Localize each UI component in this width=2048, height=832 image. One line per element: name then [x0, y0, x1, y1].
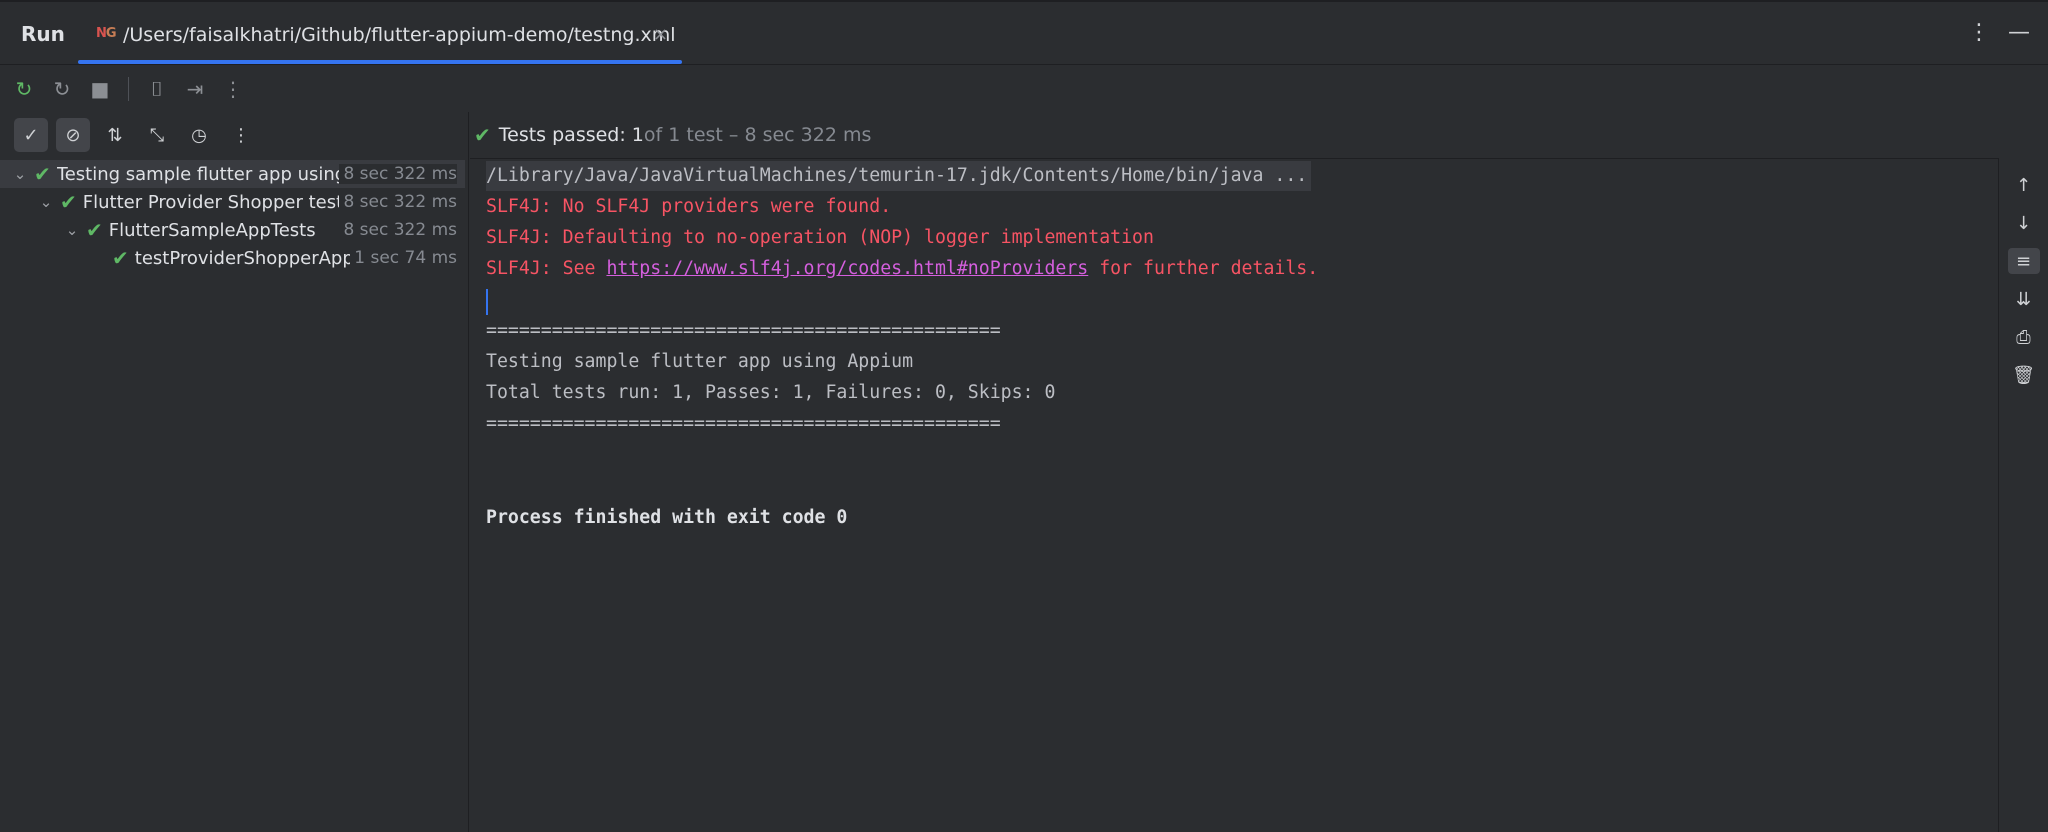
tree-node-duration: 8 sec 322 ms — [339, 164, 457, 184]
tree-node-class[interactable]: ⌄ ✔ FlutterSampleAppTests 8 sec 322 ms — [0, 216, 465, 244]
export-icon[interactable]: ⇥ — [181, 75, 209, 103]
tree-node-label: Testing sample flutter app using — [56, 163, 347, 185]
check-icon: ✔ — [60, 190, 77, 214]
more-icon[interactable]: ⋮ — [224, 118, 258, 152]
chevron-down-icon[interactable]: ⌄ — [10, 165, 30, 183]
run-tool-window-header: Run NG /Users/faisalkhatri/Github/flutte… — [0, 0, 2048, 64]
tree-node-duration: 1 sec 74 ms — [350, 248, 457, 268]
window-controls: ⋮ — — [1968, 20, 2030, 45]
check-icon: ✔ — [112, 246, 129, 270]
console-exit-line: Process finished with exit code 0 — [486, 507, 848, 528]
tree-node-label: Flutter Provider Shopper tests — [82, 191, 353, 213]
sort-icon[interactable]: ⇅ — [98, 118, 132, 152]
run-toolbar: ↻ ↻ ■ ⌷ ⇥ ⋮ — [0, 64, 2048, 112]
console-suite-line: Testing sample flutter app using Appium — [486, 351, 914, 372]
tab-title: /Users/faisalkhatri/Github/flutter-appiu… — [123, 24, 676, 46]
console-output[interactable]: /Library/Java/JavaVirtualMachines/temuri… — [470, 158, 1998, 832]
chevron-down-icon[interactable]: ⌄ — [36, 193, 56, 211]
trash-icon[interactable]: 🗑 — [2008, 362, 2040, 388]
camera-icon[interactable]: ⌷ — [143, 75, 171, 103]
tests-passed-label: Tests passed: 1 — [498, 124, 644, 146]
panel-title: Run — [21, 22, 65, 46]
minimize-icon[interactable]: — — [2008, 20, 2030, 45]
tests-detail-label: of 1 test – 8 sec 322 ms — [643, 124, 872, 146]
check-icon: ✔ — [34, 162, 51, 186]
tab-testng-xml[interactable]: NG /Users/faisalkhatri/Github/flutter-ap… — [78, 4, 682, 64]
show-passed-icon[interactable]: ✓ — [14, 118, 48, 152]
rerun-failed-icon[interactable]: ↻ — [48, 75, 76, 103]
test-status-bar: ✔ Tests passed: 1 of 1 test – 8 sec 322 … — [470, 112, 2048, 158]
toolbar-divider — [128, 76, 129, 101]
tree-node-label: testProviderShopperApp — [134, 247, 354, 269]
close-icon[interactable]: × — [653, 24, 668, 45]
tree-node-label: FlutterSampleAppTests — [108, 219, 316, 241]
console-error-line: SLF4J: Defaulting to no-operation (NOP) … — [486, 227, 1154, 248]
rerun-icon[interactable]: ↻ — [10, 75, 38, 103]
collapse-all-icon[interactable]: ⤡ — [140, 118, 174, 152]
chevron-down-icon[interactable]: ⌄ — [62, 221, 82, 239]
history-icon[interactable]: ◷ — [182, 118, 216, 152]
tree-node-duration: 8 sec 322 ms — [339, 220, 457, 240]
slf4j-link[interactable]: https://www.slf4j.org/codes.html#noProvi… — [606, 258, 1088, 279]
console-separator: ========================================… — [486, 320, 1001, 341]
check-icon: ✔ — [86, 218, 103, 242]
tree-node-duration: 8 sec 322 ms — [339, 192, 457, 212]
console-error-line: SLF4J: See https://www.slf4j.org/codes.h… — [486, 258, 1319, 279]
text-caret — [486, 289, 488, 315]
console-separator: ========================================… — [486, 413, 1001, 434]
more-icon[interactable]: ⋮ — [219, 75, 247, 103]
show-ignored-icon[interactable]: ⊘ — [56, 118, 90, 152]
test-tree-panel: ✓ ⊘ ⇅ ⤡ ◷ ⋮ ⌄ ✔ Testing sample flutter a… — [0, 112, 469, 832]
print-icon[interactable]: ⎙ — [2008, 324, 2040, 350]
tree-node-suite[interactable]: ⌄ ✔ Testing sample flutter app using 8 s… — [0, 160, 465, 188]
console-error-line: SLF4J: No SLF4J providers were found. — [486, 196, 892, 217]
tree-node-method[interactable]: ✔ testProviderShopperApp 1 sec 74 ms — [0, 244, 465, 272]
more-options-icon[interactable]: ⋮ — [1968, 20, 1990, 45]
test-tree-toolbar: ✓ ⊘ ⇅ ⤡ ◷ ⋮ — [0, 112, 468, 158]
arrow-down-icon[interactable]: ↓ — [2008, 210, 2040, 236]
testng-icon: NG — [96, 26, 117, 41]
console-actions-strip: ↑ ↓ ≡ ⇊ ⎙ 🗑 — [1998, 158, 2048, 832]
scroll-to-end-icon[interactable]: ⇊ — [2008, 286, 2040, 312]
console-command-line[interactable]: /Library/Java/JavaVirtualMachines/temuri… — [486, 161, 1312, 191]
arrow-up-icon[interactable]: ↑ — [2008, 172, 2040, 198]
console-summary-line: Total tests run: 1, Passes: 1, Failures:… — [486, 382, 1056, 403]
stop-icon[interactable]: ■ — [86, 75, 114, 103]
check-icon: ✔ — [474, 123, 491, 147]
soft-wrap-icon[interactable]: ≡ — [2007, 248, 2040, 274]
tree-node-test[interactable]: ⌄ ✔ Flutter Provider Shopper tests 8 sec… — [0, 188, 465, 216]
